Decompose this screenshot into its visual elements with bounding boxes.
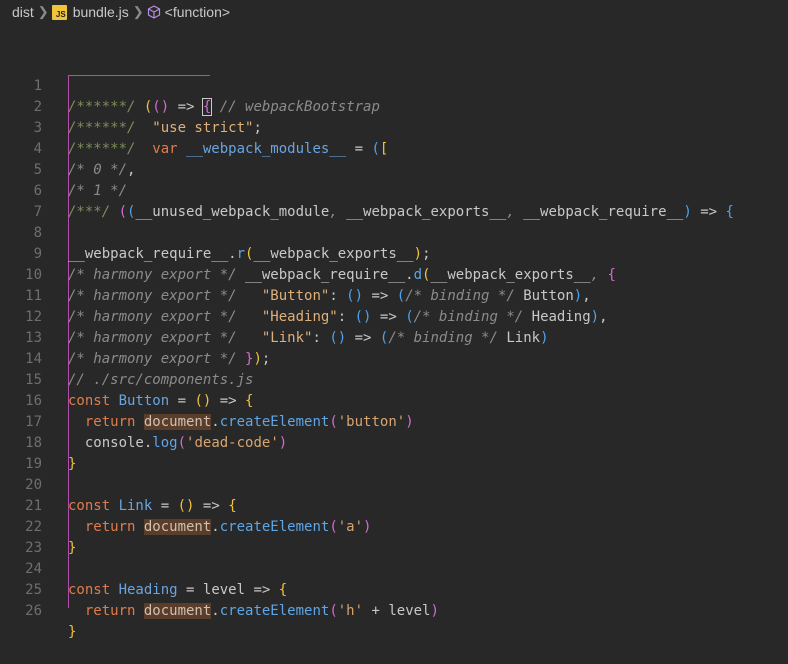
code-line[interactable]: 13 /* harmony export */ }); (0, 307, 788, 367)
code-line[interactable]: 21 return document.createElement('a') (0, 475, 788, 535)
code-editor[interactable]: 1 /******/ (() => { // webpackBootstrap … (0, 55, 788, 640)
code-line[interactable]: 10 /* harmony export */ "Button": () => … (0, 244, 788, 304)
code-line[interactable]: 14 // ./src/components.js (0, 328, 788, 388)
code-line[interactable]: 25 return document.createElement('h' + l… (0, 559, 788, 619)
symbol-function-icon (147, 5, 161, 19)
chevron-right-icon: ❯ (37, 4, 49, 19)
code-line[interactable]: 12 /* harmony export */ "Link": () => (/… (0, 286, 788, 346)
code-line[interactable]: 19 (0, 433, 788, 472)
breadcrumb: dist ❯ JS bundle.js ❯ <function> (0, 0, 788, 24)
code-line[interactable]: 22 } (0, 496, 788, 556)
code-line[interactable]: 4 /* 0 */, (0, 118, 788, 178)
occurrence-highlight: document (143, 603, 212, 619)
code-line[interactable]: 17 console.log('dead-code') (0, 391, 788, 451)
code-line[interactable]: 2 /******/ "use strict"; (0, 76, 788, 136)
code-line[interactable]: 24 const Heading = level => { (0, 538, 788, 598)
code-line[interactable]: 16 return document.createElement('button… (0, 370, 788, 430)
code-line[interactable]: 20 const Link = () => { (0, 454, 788, 514)
js-file-icon: JS (51, 4, 67, 20)
chevron-right-icon: ❯ (132, 4, 144, 19)
code-line[interactable]: 7 (0, 181, 788, 220)
code-content: return document.createElement('h' + leve… (68, 603, 439, 619)
code-line[interactable]: 26 } (0, 580, 788, 640)
code-line[interactable]: 3 /******/ var __webpack_modules__ = ([ (0, 97, 788, 157)
code-line[interactable]: 5 /* 1 */ (0, 139, 788, 199)
breadcrumb-item-dist[interactable]: dist (12, 4, 34, 20)
code-line[interactable]: 6 /***/ ((__unused_webpack_module, __web… (0, 160, 788, 220)
breadcrumb-item-symbol[interactable]: <function> (165, 4, 230, 20)
code-line[interactable]: 8 __webpack_require__.r(__webpack_export… (0, 202, 788, 262)
breadcrumb-item-file[interactable]: bundle.js (73, 4, 129, 20)
code-content: } (68, 624, 77, 640)
line-number: 26 (25, 603, 42, 619)
code-line[interactable]: 23 (0, 517, 788, 556)
code-line[interactable]: 1 /******/ (() => { // webpackBootstrap (0, 55, 788, 116)
code-line[interactable]: 9 /* harmony export */ __webpack_require… (0, 223, 788, 283)
code-line[interactable]: 18 } (0, 412, 788, 472)
code-line[interactable]: 15 const Button = () => { (0, 349, 788, 409)
code-line[interactable]: 11 /* harmony export */ "Heading": () =>… (0, 265, 788, 325)
